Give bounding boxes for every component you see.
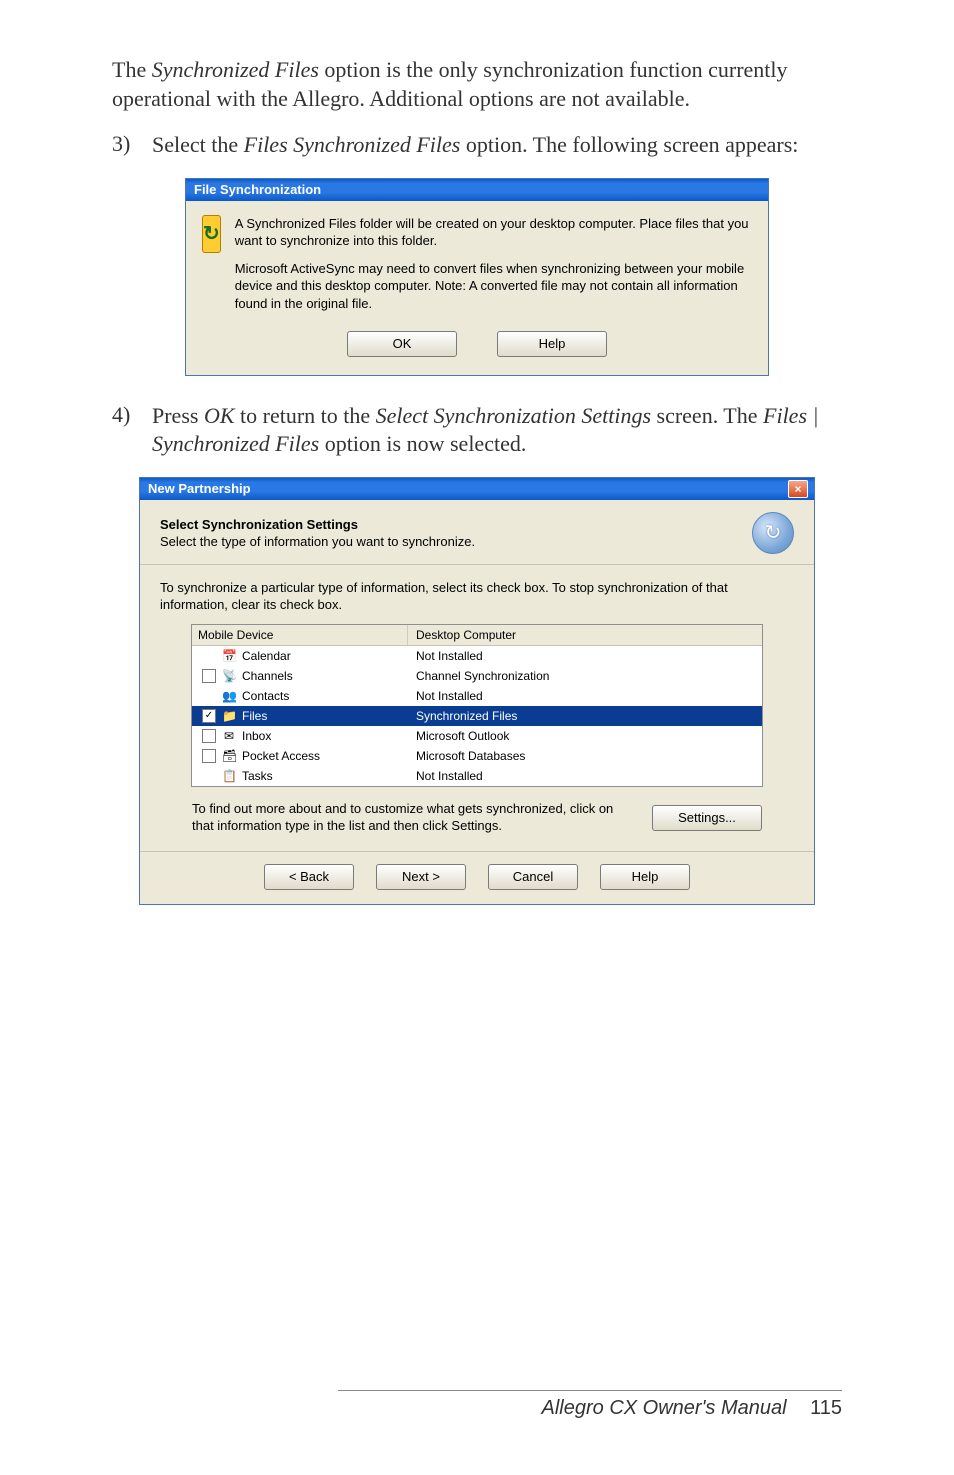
inbox-icon: ✉ xyxy=(222,729,236,743)
list-item[interactable]: 📅 Calendar Not Installed xyxy=(192,646,762,666)
calendar-icon: 📅 xyxy=(222,649,236,663)
step-4: 4) Press OK to return to the Select Sync… xyxy=(112,402,842,459)
list-item[interactable]: ✓ 📁 Files Synchronized Files xyxy=(192,706,762,726)
back-button[interactable]: < Back xyxy=(264,864,354,890)
list-item[interactable]: 🗃 Pocket Access Microsoft Databases xyxy=(192,746,762,766)
dialog-title: New Partnership xyxy=(148,481,251,496)
item-desktop-value: Channel Synchronization xyxy=(408,669,762,683)
new-partnership-dialog: New Partnership × Select Synchronization… xyxy=(139,477,815,905)
item-name: Tasks xyxy=(242,769,273,783)
settings-button[interactable]: Settings... xyxy=(652,805,762,831)
pocket-access-icon: 🗃 xyxy=(222,749,236,763)
dialog-title-bar: New Partnership × xyxy=(140,478,814,500)
divider xyxy=(140,564,814,565)
help-button[interactable]: Help xyxy=(600,864,690,890)
step-3-text: Select the Files Synchronized Files opti… xyxy=(152,131,798,160)
dialog-title: File Synchronization xyxy=(194,182,321,197)
item-name: Pocket Access xyxy=(242,749,320,763)
find-out-text: To find out more about and to customize … xyxy=(192,801,622,835)
col-mobile-device[interactable]: Mobile Device xyxy=(192,625,408,645)
item-desktop-value: Not Installed xyxy=(408,689,762,703)
list-header: Mobile Device Desktop Computer xyxy=(192,625,762,646)
col-desktop-computer[interactable]: Desktop Computer xyxy=(408,628,762,642)
item-name: Files xyxy=(242,709,267,723)
next-button[interactable]: Next > xyxy=(376,864,466,890)
dialog-title-bar: File Synchronization xyxy=(186,179,768,201)
checkbox[interactable] xyxy=(202,669,216,683)
file-synchronization-dialog: File Synchronization ↻ A Synchronized Fi… xyxy=(185,178,769,376)
dialog-subheading: Select the type of information you want … xyxy=(160,534,475,549)
step-3: 3) Select the Files Synchronized Files o… xyxy=(112,131,842,160)
activesync-icon: ↻ xyxy=(202,215,221,253)
checkbox[interactable] xyxy=(202,729,216,743)
channels-icon: 📡 xyxy=(222,669,236,683)
checkbox[interactable] xyxy=(202,749,216,763)
item-name: Calendar xyxy=(242,649,291,663)
cancel-button[interactable]: Cancel xyxy=(488,864,578,890)
list-item[interactable]: ✉ Inbox Microsoft Outlook xyxy=(192,726,762,746)
tasks-icon: 📋 xyxy=(222,769,236,783)
item-desktop-value: Microsoft Outlook xyxy=(408,729,762,743)
ok-button[interactable]: OK xyxy=(347,331,457,357)
checkbox[interactable]: ✓ xyxy=(202,709,216,723)
dialog-paragraph-1: A Synchronized Files folder will be crea… xyxy=(235,215,752,250)
dialog-heading: Select Synchronization Settings xyxy=(160,517,475,532)
close-icon[interactable]: × xyxy=(788,480,808,498)
help-button[interactable]: Help xyxy=(497,331,607,357)
item-desktop-value: Not Installed xyxy=(408,769,762,783)
step-3-number: 3) xyxy=(112,131,138,160)
item-name: Inbox xyxy=(242,729,271,743)
step-4-number: 4) xyxy=(112,402,138,459)
sync-note: To synchronize a particular type of info… xyxy=(160,579,794,614)
item-desktop-value: Microsoft Databases xyxy=(408,749,762,763)
page-footer: Allegro CX Owner's Manual 115 xyxy=(338,1390,842,1420)
page-content: The Synchronized Files option is the onl… xyxy=(0,0,954,1390)
step-4-text: Press OK to return to the Select Synchro… xyxy=(152,402,842,459)
list-item[interactable]: 📋 Tasks Not Installed xyxy=(192,766,762,786)
dialog-paragraph-2: Microsoft ActiveSync may need to convert… xyxy=(235,260,752,313)
item-desktop-value: Synchronized Files xyxy=(408,709,762,723)
footer-page-number: 115 xyxy=(810,1397,842,1419)
item-name: Channels xyxy=(242,669,293,683)
item-name: Contacts xyxy=(242,689,289,703)
files-icon: 📁 xyxy=(222,709,236,723)
item-desktop-value: Not Installed xyxy=(408,649,762,663)
sync-globe-icon: ↻ xyxy=(752,512,794,554)
list-item[interactable]: 📡 Channels Channel Synchronization xyxy=(192,666,762,686)
footer-title: Allegro CX Owner's Manual xyxy=(542,1397,787,1419)
sync-list[interactable]: Mobile Device Desktop Computer 📅 Calendar… xyxy=(191,624,763,787)
list-item[interactable]: 👥 Contacts Not Installed xyxy=(192,686,762,706)
intro-para: The Synchronized Files option is the onl… xyxy=(112,56,842,113)
contacts-icon: 👥 xyxy=(222,689,236,703)
